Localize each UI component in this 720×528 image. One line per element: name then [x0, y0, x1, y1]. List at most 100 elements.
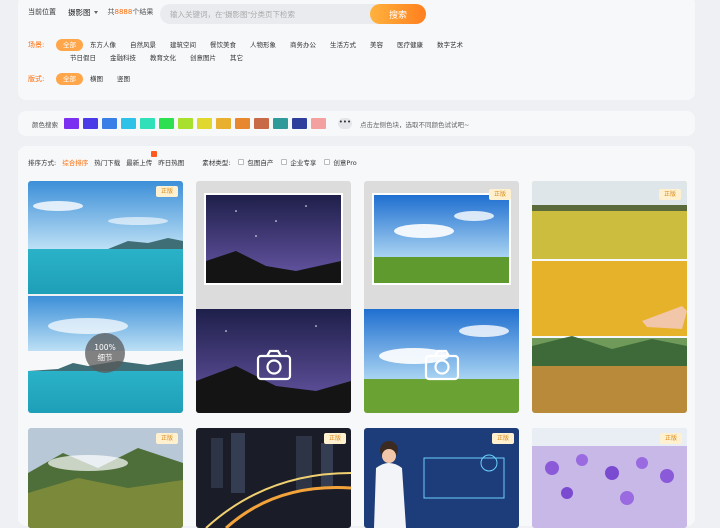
- format-tag[interactable]: 全部: [56, 73, 83, 85]
- sort-option[interactable]: 热门下载: [94, 157, 120, 167]
- format-tag[interactable]: 横图: [83, 73, 110, 85]
- sort-option-label: 热门下载: [94, 159, 121, 167]
- sort-option[interactable]: 综合排序: [62, 157, 88, 167]
- color-swatch[interactable]: [178, 118, 193, 129]
- image-card-starry-night[interactable]: [196, 181, 351, 413]
- color-swatch[interactable]: [216, 118, 231, 129]
- checkbox-icon: [324, 159, 331, 165]
- scene-tag[interactable]: 医疗健康: [390, 39, 430, 51]
- zoom-caption: 细节: [97, 353, 113, 362]
- image-card-mountains[interactable]: 正版: [28, 428, 183, 528]
- scene-tag[interactable]: 东方人像: [83, 39, 123, 51]
- scene-tag[interactable]: 全部: [56, 39, 83, 51]
- scene-tag[interactable]: 数字艺术: [430, 39, 470, 51]
- copyright-badge: 正版: [156, 433, 178, 444]
- format-tags: 全部 横图 竖图: [56, 73, 137, 85]
- sort-option[interactable]: 最新上传: [126, 151, 158, 167]
- color-swatch[interactable]: [83, 118, 98, 129]
- checkbox-icon: [281, 159, 288, 165]
- new-badge-icon: [151, 151, 158, 157]
- copyright-badge: 正版: [156, 186, 178, 197]
- scene-tag[interactable]: 自然风景: [123, 39, 163, 51]
- image-card-flowers[interactable]: 正版: [532, 428, 687, 528]
- camera-icon: [256, 349, 292, 381]
- format-tag[interactable]: 竖图: [110, 73, 137, 85]
- color-hint: 点击左侧色块，选取不同颜色试试吧~: [360, 120, 470, 129]
- search-row: 当前位置 摄影图 共8888个结果 搜索: [28, 2, 685, 24]
- scene-tag[interactable]: 创意图片: [183, 52, 223, 64]
- material-type-checkbox[interactable]: 企业专享: [281, 157, 316, 167]
- chevron-down-icon: [93, 10, 98, 14]
- zoom-percent: 100%: [94, 343, 116, 352]
- scene-tag[interactable]: 人物形象: [243, 39, 283, 51]
- image-card-wheat-field[interactable]: 正版: [532, 181, 687, 413]
- category-dropdown[interactable]: 摄影图: [68, 7, 98, 18]
- color-swatch[interactable]: [159, 118, 174, 129]
- scene-label: 场景:: [28, 41, 45, 49]
- color-swatch[interactable]: [311, 118, 326, 129]
- count-number: 8888: [114, 8, 133, 16]
- color-row: 颜色搜索 ••• 点击左侧色块，选取不同颜色试试吧~: [32, 118, 469, 129]
- format-label: 版式:: [28, 75, 45, 83]
- count-suffix: 个结果: [132, 8, 154, 16]
- color-swatch[interactable]: [140, 118, 155, 129]
- format-filter-row: 版式: 全部 横图 竖图: [28, 73, 137, 85]
- material-type-label: 素材类型:: [202, 159, 231, 167]
- color-swatch[interactable]: [273, 118, 288, 129]
- search-button[interactable]: 搜索: [370, 4, 426, 24]
- color-swatch[interactable]: [292, 118, 307, 129]
- checkbox-label: 企业专享: [290, 159, 317, 167]
- scene-tag[interactable]: 建筑空间: [163, 39, 203, 51]
- copyright-badge: 正版: [489, 189, 511, 200]
- color-swatch[interactable]: [102, 118, 117, 129]
- sort-option-label: 昨日热图: [158, 159, 185, 167]
- scene-filter-row: 场景: 全部 东方人像 自然风景 建筑空间 餐饮美食 人物形象 商务办公 生活方式 美容 医疗健康…: [28, 39, 470, 51]
- color-search-panel: 颜色搜索 ••• 点击左侧色块，选取不同颜色试试吧~: [18, 111, 695, 136]
- scene-tag[interactable]: 金融科技: [103, 52, 143, 64]
- color-label: 颜色搜索: [32, 120, 58, 129]
- scene-tag[interactable]: 美容: [363, 39, 390, 51]
- scene-tag[interactable]: 商务办公: [283, 39, 323, 51]
- sort-option-label: 综合排序: [62, 159, 89, 167]
- zoom-detail-button[interactable]: 100% 细节: [85, 333, 125, 373]
- copyright-badge: 正版: [659, 189, 681, 200]
- color-swatch[interactable]: [121, 118, 136, 129]
- color-swatch[interactable]: [235, 118, 250, 129]
- scene-tag[interactable]: 节日假日: [63, 52, 103, 64]
- checkbox-label: 创意Pro: [333, 159, 357, 167]
- camera-icon: [424, 349, 460, 381]
- count-prefix: 共: [107, 8, 115, 16]
- result-count: 共8888个结果: [108, 7, 154, 17]
- image-card-medical-tech[interactable]: 正版: [364, 428, 519, 528]
- wheat-field-photo: [532, 181, 687, 413]
- more-colors-button[interactable]: •••: [338, 118, 352, 129]
- category-value: 摄影图: [68, 7, 91, 17]
- color-swatch[interactable]: [197, 118, 212, 129]
- scene-tags: 全部 东方人像 自然风景 建筑空间 餐饮美食 人物形象 商务办公 生活方式 美容 医疗健康 数字艺术: [56, 39, 470, 51]
- results-panel: 排序方式: 综合排序 热门下载 最新上传 昨日热图 素材类型: 包图自产 企业专享 创意Pro…: [18, 146, 695, 528]
- color-swatch[interactable]: [64, 118, 79, 129]
- image-card-city-night[interactable]: 正版: [196, 428, 351, 528]
- scene-tag[interactable]: 餐饮美食: [203, 39, 243, 51]
- material-type-checkbox[interactable]: 创意Pro: [324, 157, 357, 167]
- sea-photo: [28, 181, 183, 413]
- material-type-checkbox[interactable]: 包图自产: [238, 157, 273, 167]
- scene-tag[interactable]: 教育文化: [143, 52, 183, 64]
- image-card-grassland[interactable]: 正版: [364, 181, 519, 413]
- color-swatch[interactable]: [254, 118, 269, 129]
- image-card-sea[interactable]: 正版 100% 细节: [28, 181, 183, 413]
- sort-option[interactable]: 昨日热图: [158, 157, 184, 167]
- sort-row: 排序方式: 综合排序 热门下载 最新上传 昨日热图 素材类型: 包图自产 企业专享 创意Pro: [28, 151, 357, 167]
- search-input[interactable]: [160, 4, 380, 24]
- scene-tag[interactable]: 其它: [223, 52, 250, 64]
- scene-tags-line2: 节日假日 金融科技 教育文化 创意图片 其它: [63, 52, 250, 64]
- scene-tag[interactable]: 生活方式: [323, 39, 363, 51]
- checkbox-label: 包图自产: [247, 159, 274, 167]
- copyright-badge: 正版: [492, 433, 514, 444]
- location-label: 当前位置: [28, 8, 56, 16]
- filter-panel: 当前位置 摄影图 共8888个结果 搜索 场景: 全部东方人像自然风景建筑空间餐…: [18, 0, 695, 100]
- checkbox-icon: [238, 159, 245, 165]
- sort-option-label: 最新上传: [126, 159, 153, 167]
- sort-label: 排序方式:: [28, 159, 57, 167]
- copyright-badge: 正版: [660, 433, 682, 444]
